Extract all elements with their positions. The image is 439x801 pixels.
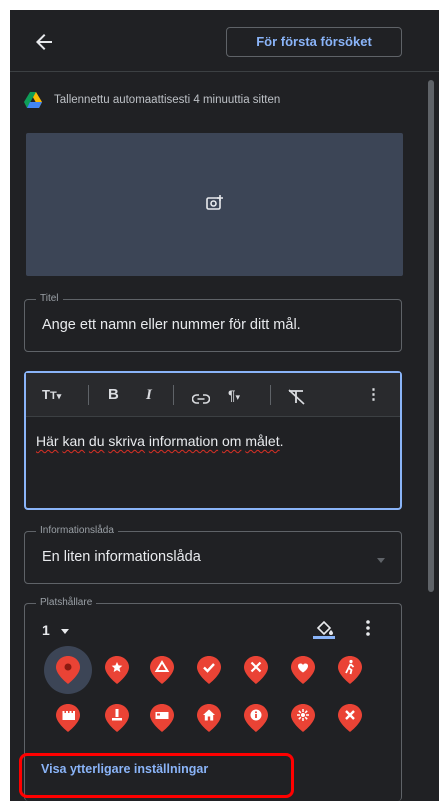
pin-close-icon[interactable]	[337, 703, 363, 733]
pin-triangle-icon[interactable]	[149, 655, 175, 685]
punctuation: .	[279, 433, 284, 449]
editor-toolbar: TT▾ B I ¶▾ ⋮	[26, 373, 400, 417]
pin-bed-icon[interactable]	[149, 703, 175, 733]
text-size-icon[interactable]: TT▾	[42, 385, 61, 405]
autosave-status: Tallennettu automaattisesti 4 minuuttia …	[24, 92, 280, 108]
add-photo-icon[interactable]	[206, 195, 224, 211]
pin-restaurant-icon[interactable]	[243, 655, 269, 685]
italic-icon[interactable]: I	[146, 385, 152, 405]
autosave-text: Tallennettu automaattisesti 4 minuuttia …	[54, 94, 281, 106]
fill-color-icon[interactable]	[313, 619, 335, 639]
paragraph-icon[interactable]: ¶▾	[228, 385, 240, 405]
word: du	[88, 433, 105, 449]
title-field-label: Titel	[36, 293, 63, 305]
title-field[interactable]: Titel Ange ett namn eller nummer för dit…	[24, 293, 402, 352]
word: målet	[245, 433, 280, 449]
first-attempt-button[interactable]: För första försöket	[226, 27, 402, 57]
toolbar-divider	[173, 385, 174, 405]
photo-placeholder[interactable]	[26, 133, 403, 276]
clear-format-icon[interactable]	[286, 387, 306, 407]
scrollbar[interactable]	[428, 80, 434, 592]
pin-info-icon[interactable]	[243, 703, 269, 733]
chevron-down-icon[interactable]	[61, 629, 69, 634]
chevron-down-icon	[377, 558, 385, 563]
pin-monument-icon[interactable]	[104, 703, 130, 733]
marker-number-select[interactable]: 1	[42, 622, 50, 638]
info-box-label: Informationslåda	[36, 525, 118, 537]
pin-star-icon[interactable]	[104, 655, 130, 685]
pin-castle-icon[interactable]	[55, 703, 81, 733]
arrow-back-icon[interactable]	[32, 30, 56, 54]
info-box-select[interactable]: Informationslåda En liten informationslå…	[24, 525, 402, 584]
toolbar-divider	[270, 385, 271, 405]
annotation-highlight	[19, 753, 294, 798]
link-icon[interactable]	[192, 389, 210, 409]
more-vert-icon[interactable]: ⋮	[366, 385, 381, 405]
more-vert-icon[interactable]	[365, 619, 371, 637]
word: information	[148, 433, 219, 449]
pin-dot-icon[interactable]	[55, 655, 81, 685]
bold-icon[interactable]: B	[108, 385, 119, 405]
pin-heart-icon[interactable]	[290, 655, 316, 685]
word: skriva	[108, 433, 145, 449]
pin-hiking-icon[interactable]	[337, 655, 363, 685]
top-bar: För första försöket	[10, 10, 439, 72]
word: kan	[62, 433, 86, 449]
pin-check-icon[interactable]	[196, 655, 222, 685]
word: om	[222, 433, 242, 449]
editor-content[interactable]: Här kan du skriva information om målet.	[36, 433, 283, 449]
marker-label: Platshållare	[36, 597, 97, 609]
google-drive-icon	[24, 92, 42, 108]
pin-home-icon[interactable]	[196, 703, 222, 733]
word: Här	[36, 433, 59, 449]
toolbar-divider	[88, 385, 89, 405]
editor-panel: För första försöket Tallennettu automaat…	[10, 10, 439, 801]
pin-flower-icon[interactable]	[290, 703, 316, 733]
title-field-value: Ange ett namn eller nummer för ditt mål.	[42, 317, 301, 333]
info-box-value: En liten informationslåda	[42, 549, 201, 565]
description-editor[interactable]: TT▾ B I ¶▾ ⋮ Här kan du skriva informati…	[24, 371, 402, 510]
